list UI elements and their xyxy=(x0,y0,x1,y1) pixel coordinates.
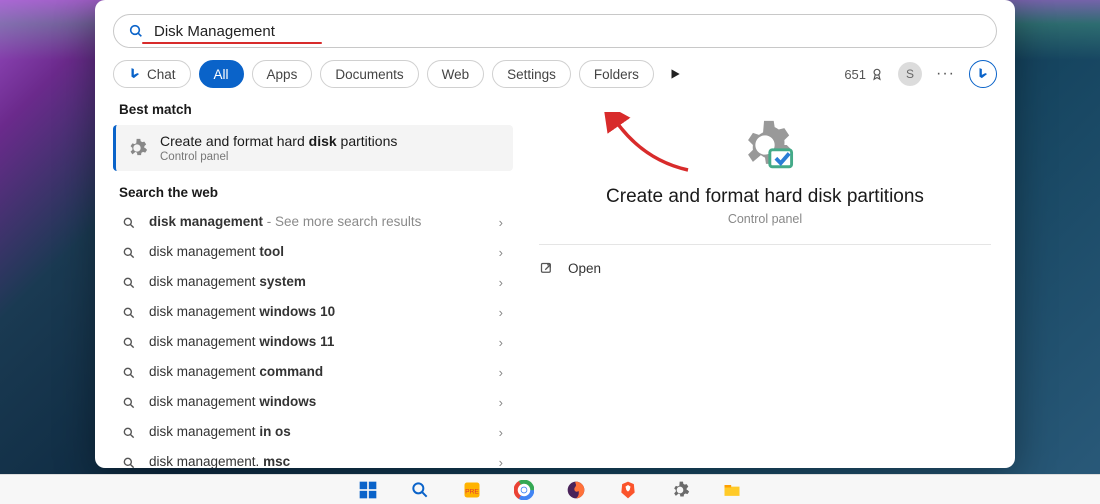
chevron-right-icon: › xyxy=(499,455,509,468)
search-icon xyxy=(121,246,137,260)
chevron-right-icon: › xyxy=(499,275,509,290)
best-match-header: Best match xyxy=(113,98,513,125)
search-input[interactable] xyxy=(154,23,982,40)
user-avatar[interactable]: S xyxy=(898,62,922,86)
best-match-subtitle: Control panel xyxy=(160,151,397,163)
avatar-initial: S xyxy=(906,67,914,81)
best-match-result[interactable]: Create and format hard disk partitions C… xyxy=(113,125,513,171)
search-bar[interactable] xyxy=(113,14,997,48)
suggestion-text: disk management tool xyxy=(149,244,487,260)
search-icon xyxy=(121,426,137,440)
preview-app-icon xyxy=(533,116,997,174)
search-icon xyxy=(121,456,137,469)
preview-subtitle: Control panel xyxy=(533,212,997,226)
best-match-title: Create and format hard disk partitions xyxy=(160,133,397,151)
svg-text:PRE: PRE xyxy=(465,488,479,495)
taskbar-search[interactable] xyxy=(409,479,431,501)
tab-chat-label: Chat xyxy=(147,67,176,82)
taskbar-explorer[interactable] xyxy=(721,479,743,501)
search-panel: Chat All Apps Documents Web Settings Fol… xyxy=(95,0,1015,468)
web-suggestions-list: disk management - See more search result… xyxy=(113,208,513,469)
web-suggestion[interactable]: disk management windows › xyxy=(113,388,513,418)
taskbar-settings[interactable] xyxy=(669,479,691,501)
taskbar-firefox[interactable] xyxy=(565,479,587,501)
chevron-right-icon: › xyxy=(499,365,509,380)
search-icon xyxy=(121,396,137,410)
search-icon xyxy=(121,336,137,350)
tab-settings[interactable]: Settings xyxy=(492,60,571,88)
chevron-right-icon: › xyxy=(499,425,509,440)
open-icon xyxy=(539,261,554,276)
open-label: Open xyxy=(568,261,601,276)
web-suggestion[interactable]: disk management in os › xyxy=(113,418,513,448)
chevron-right-icon: › xyxy=(499,215,509,230)
suggestion-text: disk management windows xyxy=(149,394,487,410)
divider xyxy=(539,244,991,245)
web-suggestion[interactable]: disk management - See more search result… xyxy=(113,208,513,238)
web-suggestion[interactable]: disk management windows 10 › xyxy=(113,298,513,328)
tab-all[interactable]: All xyxy=(199,60,244,88)
taskbar-app-pre[interactable]: PRE xyxy=(461,479,483,501)
tab-apps-label: Apps xyxy=(267,67,298,82)
search-icon xyxy=(121,276,137,290)
tab-apps[interactable]: Apps xyxy=(252,60,313,88)
suggestion-text: disk management. msc xyxy=(149,454,487,468)
tab-documents[interactable]: Documents xyxy=(320,60,418,88)
bing-icon xyxy=(976,67,990,81)
search-icon xyxy=(121,366,137,380)
results-column: Best match Create and format hard disk p… xyxy=(113,98,513,458)
web-suggestion[interactable]: disk management tool › xyxy=(113,238,513,268)
suggestion-text: disk management windows 11 xyxy=(149,334,487,350)
suggestion-text: disk management - See more search result… xyxy=(149,214,487,230)
preview-column: Create and format hard disk partitions C… xyxy=(533,98,997,458)
preview-title: Create and format hard disk partitions xyxy=(533,186,997,208)
suggestion-text: disk management in os xyxy=(149,424,487,440)
bing-button[interactable] xyxy=(969,60,997,88)
points-value: 651 xyxy=(844,67,866,82)
chevron-right-icon: › xyxy=(499,305,509,320)
tab-chat[interactable]: Chat xyxy=(113,60,191,88)
web-suggestion[interactable]: disk management command › xyxy=(113,358,513,388)
taskbar-chrome[interactable] xyxy=(513,479,535,501)
chevron-right-icon: › xyxy=(499,245,509,260)
gear-icon xyxy=(124,135,150,161)
tab-folders-label: Folders xyxy=(594,67,639,82)
taskbar-start[interactable] xyxy=(357,479,379,501)
search-icon xyxy=(121,306,137,320)
search-web-header: Search the web xyxy=(113,181,513,208)
suggestion-text: disk management system xyxy=(149,274,487,290)
more-icon[interactable]: ··· xyxy=(936,65,955,83)
play-icon[interactable] xyxy=(668,67,682,81)
taskbar-brave[interactable] xyxy=(617,479,639,501)
web-suggestion[interactable]: disk management. msc › xyxy=(113,448,513,469)
tab-all-label: All xyxy=(214,67,229,82)
search-icon xyxy=(121,216,137,230)
rewards-points[interactable]: 651 xyxy=(844,67,884,82)
annotation-underline xyxy=(142,42,322,45)
tab-documents-label: Documents xyxy=(335,67,403,82)
chevron-right-icon: › xyxy=(499,395,509,410)
tab-folders[interactable]: Folders xyxy=(579,60,654,88)
medal-icon xyxy=(870,67,884,81)
search-icon xyxy=(128,23,144,39)
taskbar: PRE xyxy=(0,474,1100,504)
filter-tabs: Chat All Apps Documents Web Settings Fol… xyxy=(95,54,1015,98)
tab-settings-label: Settings xyxy=(507,67,556,82)
tab-web-label: Web xyxy=(442,67,470,82)
open-action[interactable]: Open xyxy=(533,253,997,284)
web-suggestion[interactable]: disk management system › xyxy=(113,268,513,298)
suggestion-text: disk management command xyxy=(149,364,487,380)
bing-chat-icon xyxy=(128,67,142,81)
suggestion-text: disk management windows 10 xyxy=(149,304,487,320)
web-suggestion[interactable]: disk management windows 11 › xyxy=(113,328,513,358)
chevron-right-icon: › xyxy=(499,335,509,350)
tab-web[interactable]: Web xyxy=(427,60,485,88)
